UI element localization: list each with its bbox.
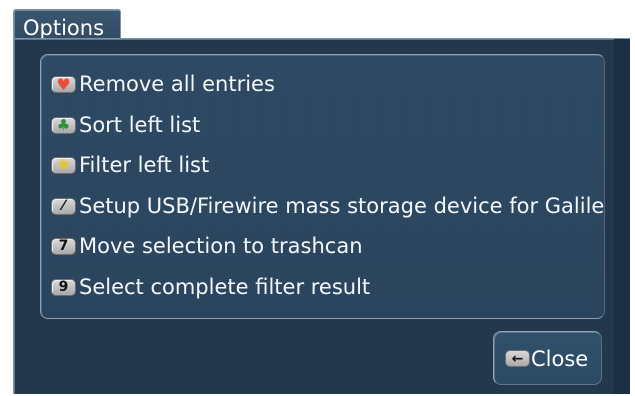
heart-icon: ♥ [51, 75, 76, 93]
option-sort-left-list[interactable]: ♣ Sort left list [51, 108, 200, 142]
options-tab-label: Options [23, 16, 105, 40]
option-filter-left-list[interactable]: ✱ Filter left list [51, 148, 209, 182]
option-remove-all-entries[interactable]: ♥ Remove all entries [51, 67, 275, 101]
star-icon: ✱ [51, 156, 76, 174]
option-label: Filter left list [79, 153, 210, 177]
option-label: Select complete filter result [79, 275, 371, 299]
option-setup-usb-firewire[interactable]: ⁄ Setup USB/Firewire mass storage device… [51, 189, 604, 223]
option-label: Remove all entries [79, 72, 275, 96]
club-icon: ♣ [51, 116, 76, 134]
key-9-icon: 9 [51, 278, 76, 296]
option-label: Move selection to trashcan [79, 234, 363, 258]
arrow-left-icon: ← [505, 350, 530, 367]
options-list: ♥ Remove all entries ♣ Sort left list ✱ … [40, 54, 605, 319]
option-select-complete-filter-result[interactable]: 9 Select complete filter result [51, 270, 370, 304]
option-move-selection-to-trashcan[interactable]: 7 Move selection to trashcan [51, 229, 363, 263]
dialog-shadow [614, 39, 630, 394]
option-label: Sort left list [79, 113, 201, 137]
key-7-icon: 7 [51, 237, 76, 255]
option-label: Setup USB/Firewire mass storage device f… [79, 194, 605, 218]
wrench-icon: ⁄ [51, 197, 76, 215]
close-button[interactable]: ← Close [493, 331, 602, 385]
close-button-label: Close [531, 347, 589, 371]
